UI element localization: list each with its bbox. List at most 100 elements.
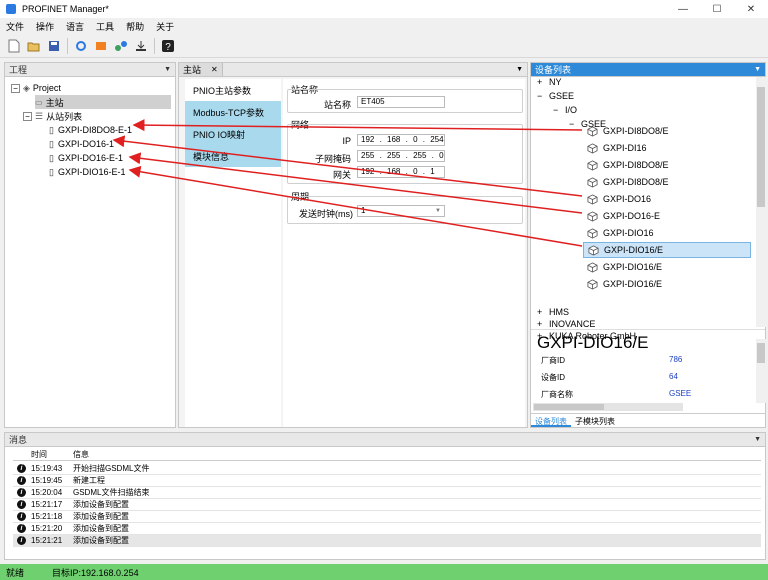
panel-dropdown-icon[interactable]: ▼ <box>754 66 761 73</box>
tab-modbus-params[interactable]: Modbus-TCP参数 <box>185 101 281 123</box>
panel-dropdown-icon[interactable]: ▼ <box>164 66 171 73</box>
tab-master[interactable]: 主站 ✕ <box>179 63 223 76</box>
tab-module-info[interactable]: 模块信息 <box>185 145 281 167</box>
open-folder-icon[interactable] <box>26 38 42 54</box>
tab-pnio-io-map[interactable]: PNIO IO映射 <box>185 123 281 145</box>
device-list-item[interactable]: GXPI-DO16-E <box>583 208 751 224</box>
detail-scrollbar[interactable] <box>756 339 766 403</box>
tree-project-label: Project <box>32 83 61 93</box>
gateway-input[interactable]: 192 . 168 . 0 . 1 <box>357 166 445 178</box>
messages-col-header: 时间 信息 <box>13 449 761 461</box>
tree-project-root[interactable]: − ◈ Project <box>11 81 61 95</box>
collapse-icon[interactable]: − <box>23 111 32 121</box>
send-clock-value: 1 <box>361 206 366 215</box>
vendor-ny[interactable]: + NY <box>537 75 562 89</box>
device-list-item[interactable]: GXPI-DIO16/E <box>583 276 751 292</box>
message-text: 添加设备到配置 <box>73 536 129 545</box>
tab-pnio-master-params[interactable]: PNIO主站参数 <box>185 79 281 101</box>
save-icon[interactable] <box>46 38 62 54</box>
module-cube-icon <box>587 278 598 290</box>
device-item-label: GXPI-DI8DO8/E <box>603 160 669 170</box>
new-file-icon[interactable] <box>6 38 22 54</box>
message-time: 15:20:04 <box>31 488 63 497</box>
message-row[interactable]: i 15:21:21 添加设备到配置 <box>13 535 761 547</box>
device-list-item[interactable]: GXPI-DI8DO8/E <box>583 157 751 173</box>
download-icon[interactable] <box>133 38 149 54</box>
category-io[interactable]: − I/O <box>553 103 577 117</box>
collapse-icon[interactable]: − <box>553 105 565 115</box>
info-icon: i <box>17 488 26 497</box>
tree-slave-label: GXPI-DIO16-E-1 <box>57 167 126 177</box>
expand-icon[interactable]: + <box>537 307 549 317</box>
message-row[interactable]: i 15:21:18 添加设备到配置 <box>13 511 761 523</box>
message-text: GSDML文件扫描结束 <box>73 488 150 497</box>
tab-submodule-list[interactable]: 子模块列表 <box>571 414 619 427</box>
device-list-item[interactable]: GXPI-DO16 <box>583 191 751 207</box>
maximize-button[interactable]: ☐ <box>700 4 734 15</box>
collapse-icon[interactable]: − <box>537 91 549 101</box>
message-row[interactable]: i 15:21:17 添加设备到配置 <box>13 499 761 511</box>
module-cube-icon <box>587 210 598 222</box>
panel-dropdown-icon[interactable]: ▼ <box>516 66 523 73</box>
message-row[interactable]: i 15:19:43 开始扫描GSDML文件 <box>13 463 761 475</box>
refresh-icon[interactable] <box>73 38 89 54</box>
device-detail-name: GXPI-DIO16/E <box>537 333 649 352</box>
tree-slave-item[interactable]: ▯ GXPI-DIO16-E-1 <box>49 165 125 179</box>
expand-icon[interactable]: + <box>537 319 549 329</box>
menu-about[interactable]: 关于 <box>150 20 180 33</box>
module-cube-icon <box>588 244 599 256</box>
col-info-header[interactable]: 信息 <box>73 449 89 460</box>
col-time-header[interactable]: 时间 <box>31 449 47 460</box>
menu-help[interactable]: 帮助 <box>120 20 150 33</box>
module-cube-icon <box>587 142 598 154</box>
subnet-mask-input[interactable]: 255 . 255 . 255 . 0 <box>357 150 445 162</box>
menu-file[interactable]: 文件 <box>0 20 30 33</box>
device-list-item[interactable]: GXPI-DI16 <box>583 140 751 156</box>
message-time: 15:19:45 <box>31 476 63 485</box>
device-list-item[interactable]: GXPI-DI8DO8/E <box>583 123 751 139</box>
send-clock-select[interactable]: 1 ▼ <box>357 205 445 217</box>
tab-label: PNIO IO映射 <box>193 129 246 140</box>
tree-master[interactable]: ▭ 主站 <box>35 95 171 109</box>
vendor-id-value: 786 <box>669 355 683 364</box>
station-name-input[interactable]: ET405 <box>357 96 445 108</box>
messages-panel: 消息 ▼ 时间 信息 i 15:19:43 开始扫描GSDML文件 i 15:19:45 新… <box>4 432 766 560</box>
module-cube-icon <box>587 227 598 239</box>
menu-language[interactable]: 语言 <box>60 20 90 33</box>
tab-device-list[interactable]: 设备列表 <box>531 414 571 427</box>
device-scrollbar[interactable] <box>756 77 766 327</box>
send-clock-label: 发送时钟(ms) <box>299 209 353 219</box>
tree-slave-list[interactable]: − ☰ 从站列表 <box>23 109 82 123</box>
vendor-gsee[interactable]: − GSEE <box>537 89 574 103</box>
message-row[interactable]: i 15:20:04 GSDML文件扫描结束 <box>13 487 761 499</box>
menu-operation[interactable]: 操作 <box>30 20 60 33</box>
close-tab-icon[interactable]: ✕ <box>211 65 218 74</box>
category-label: I/O <box>565 105 578 115</box>
tree-slave-item[interactable]: ▯ GXPI-DI8DO8-E-1 <box>49 123 132 137</box>
tree-slave-item[interactable]: ▯ GXPI-DO16-E-1 <box>49 151 123 165</box>
ip-input[interactable]: 192 . 168 . 0 . 254 <box>357 134 445 146</box>
message-row[interactable]: i 15:21:20 添加设备到配置 <box>13 523 761 535</box>
device-item-label: GXPI-DI8DO8/E <box>603 177 669 187</box>
device-list-item[interactable]: GXPI-DI8DO8/E <box>583 174 751 190</box>
device-list-item[interactable]: GXPI-DIO16/E <box>583 259 751 275</box>
scan-icon[interactable] <box>93 38 109 54</box>
minimize-button[interactable]: — <box>666 4 700 15</box>
expand-icon[interactable]: + <box>537 77 549 87</box>
help-icon[interactable]: ? <box>160 38 176 54</box>
device-list-item[interactable]: GXPI-DIO16/E <box>583 242 751 258</box>
gears-icon[interactable] <box>113 38 129 54</box>
message-row[interactable]: i 15:19:45 新建工程 <box>13 475 761 487</box>
detail-hscrollbar[interactable] <box>533 403 683 411</box>
message-time: 15:19:43 <box>31 464 63 473</box>
menu-tools[interactable]: 工具 <box>90 20 120 33</box>
collapse-icon[interactable]: − <box>569 119 581 129</box>
close-button[interactable]: ✕ <box>734 4 768 15</box>
panel-dropdown-icon[interactable]: ▼ <box>754 436 761 443</box>
device-list-item[interactable]: GXPI-DIO16 <box>583 225 751 241</box>
collapse-icon[interactable]: − <box>11 83 20 93</box>
project-panel: 工程 ▼ − ◈ Project ▭ 主站 − ☰ 从站列表 ▯ GXPI-DI8… <box>4 62 176 428</box>
status-ready: 就绪 <box>6 567 25 578</box>
scrollbar-thumb[interactable] <box>757 87 765 207</box>
tree-slave-item[interactable]: ▯ GXPI-DO16-1 <box>49 137 114 151</box>
